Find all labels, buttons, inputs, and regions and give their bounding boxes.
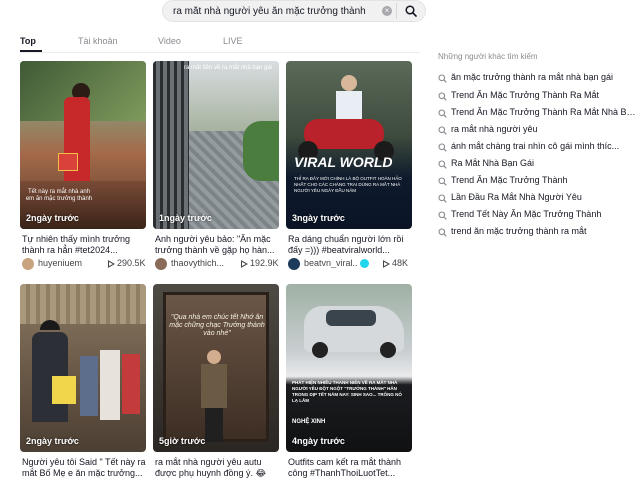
search-button[interactable] — [398, 0, 425, 22]
related-search-label: Trend Ăn Mặc Trưởng Thành Ra Mắt — [451, 90, 599, 100]
video-overlay-text: THỈ RA ĐÂY MỚI CHÍNH LÀ BỘ OUTFIT HOÀN H… — [294, 176, 402, 193]
related-search-label: ánh mắt chàng trai nhìn cô gái mình thíc… — [451, 141, 620, 151]
post-date: 2ngày trước — [26, 213, 79, 223]
video-overlay-text: PHÁT HIỆN NHIỀU THANH NIÊN VỀ RA MẮT NHÀ… — [292, 380, 402, 403]
author-row: huyeniuem 290.5K — [22, 257, 146, 271]
video-thumbnail[interactable]: PHÁT HIỆN NHIỀU THANH NIÊN VỀ RA MẮT NHÀ… — [286, 284, 412, 452]
caption-text: Anh người yêu bảo: "Ăn mặc trưởng thành … — [155, 234, 275, 255]
search-divider — [396, 3, 397, 19]
video-overlay-text: "Qua nhà em chúc tết Nhớ ăn mặc chững ch… — [169, 314, 265, 337]
related-search-item[interactable]: ánh mắt chàng trai nhìn cô gái mình thíc… — [438, 141, 638, 155]
post-date: 3ngày trước — [292, 213, 345, 223]
avatar[interactable] — [288, 258, 300, 270]
video-caption[interactable]: Anh người yêu bảo: "Ăn mặc trưởng thành … — [155, 234, 279, 256]
tab-video[interactable]: Video — [158, 36, 181, 46]
thumbnail-image — [153, 284, 279, 452]
search-icon — [438, 228, 447, 237]
video-caption[interactable]: Outfits cam kết ra mắt thành công #Thanh… — [288, 457, 412, 479]
thumbnail-image — [286, 284, 412, 452]
related-search-item[interactable]: ăn mặc trưởng thành ra mắt nhà bạn gái — [438, 72, 638, 86]
caption-text: Người yêu tôi Said " Tết này ra mắt Bố M… — [22, 457, 146, 478]
avatar[interactable] — [22, 258, 34, 270]
search-icon — [438, 160, 447, 169]
search-icon — [438, 74, 447, 83]
search-icon — [438, 143, 447, 152]
related-search-label: Trend Ăn Mặc Trưởng Thành Ra Mắt Nhà Bạn… — [451, 107, 639, 117]
search-icon — [438, 92, 447, 101]
related-search-item[interactable]: Ra Mắt Nhà Bạn Gái — [438, 158, 638, 172]
post-date: 5giờ trước — [159, 436, 206, 446]
brand-overlay-title: NGHỆ XINH — [292, 419, 326, 425]
video-thumbnail[interactable]: ra mắt tiền về ra mắt nhà bạn gái 1ngày … — [153, 61, 279, 229]
play-count: 290.5K — [117, 258, 146, 268]
video-thumbnail[interactable]: VIRAL WORLD THỈ RA ĐÂY MỚI CHÍNH LÀ BỘ O… — [286, 61, 412, 229]
related-search-label: Trend Ăn Mặc Trưởng Thành — [451, 175, 568, 185]
video-thumbnail[interactable]: "Qua nhà em chúc tết Nhớ ăn mặc chững ch… — [153, 284, 279, 452]
related-search-label: trend ăn mặc trưởng thành ra mắt — [451, 226, 587, 236]
brand-overlay-title: VIRAL WORLD — [294, 154, 393, 170]
related-search-label: Ra Mắt Nhà Bạn Gái — [451, 158, 535, 168]
play-count-icon — [108, 260, 115, 268]
author-name[interactable]: beatvn_viral... — [304, 258, 358, 268]
play-count-icon — [241, 260, 248, 268]
thumbnail-image — [20, 61, 146, 229]
thumbnail-image — [153, 61, 279, 229]
author-name[interactable]: huyeniuem — [38, 258, 100, 268]
verified-icon — [360, 259, 369, 268]
tab-accounts[interactable]: Tài khoản — [78, 36, 118, 46]
search-icon — [438, 126, 447, 135]
caption-text: ra mắt nhà người yêu autu được phụ huynh… — [155, 457, 267, 478]
post-date: 1ngày trước — [159, 213, 212, 223]
clear-icon[interactable]: × — [382, 6, 392, 16]
search-icon — [438, 109, 447, 118]
video-caption[interactable]: Ra dáng chuẩn người lớn rồi đấy =))) #be… — [288, 234, 412, 256]
search-input[interactable] — [173, 4, 383, 19]
play-count-icon — [383, 260, 390, 268]
hashtag-link[interactable]: #beatviralworld... — [322, 245, 390, 255]
related-search-item[interactable]: Trend Ăn Mặc Trưởng Thành — [438, 175, 638, 189]
author-row: beatvn_viral... 48K — [288, 257, 412, 271]
thumbnail-image — [286, 61, 412, 229]
related-search-label: Lần Đầu Ra Mắt Nhà Người Yêu — [451, 192, 582, 202]
related-search-item[interactable]: Trend Tết Này Ăn Mặc Trưởng Thành — [438, 209, 638, 223]
related-searches-title: Những người khác tìm kiếm — [438, 52, 538, 61]
search-icon — [438, 177, 447, 186]
video-thumbnail[interactable]: Tết này ra mắt nhà anh em ăn mặc trưởng … — [20, 61, 146, 229]
video-caption[interactable]: ra mắt nhà người yêu autu được phụ huynh… — [155, 457, 279, 479]
related-search-label: ăn mặc trưởng thành ra mắt nhà bạn gái — [451, 72, 614, 82]
search-results-page: × Top Tài khoản Video LIVE Tết này ra mắ… — [0, 0, 640, 480]
search-icon — [438, 194, 447, 203]
video-caption[interactable]: Người yêu tôi Said " Tết này ra mắt Bố M… — [22, 457, 146, 479]
author-row: thaovythich... 192.9K — [155, 257, 279, 271]
hashtag-link[interactable]: #tet2024... — [75, 245, 118, 255]
related-search-item[interactable]: trend ăn mặc trưởng thành ra mắt — [438, 226, 638, 240]
search-icon — [438, 211, 447, 220]
tab-live[interactable]: LIVE — [223, 36, 243, 46]
tab-top[interactable]: Top — [20, 36, 36, 46]
related-search-item[interactable]: Trend Ăn Mặc Trưởng Thành Ra Mắt Nhà Bạn… — [438, 107, 639, 121]
video-overlay-text: ra mắt tiền về ra mắt nhà bạn gái — [183, 65, 273, 71]
video-thumbnail[interactable]: 2ngày trước — [20, 284, 146, 452]
play-count: 192.9K — [250, 258, 279, 268]
related-search-item[interactable]: Lần Đầu Ra Mắt Nhà Người Yêu — [438, 192, 638, 206]
related-search-item[interactable]: Trend Ăn Mặc Trưởng Thành Ra Mắt — [438, 90, 638, 104]
thumbnail-image — [20, 284, 146, 452]
related-search-label: ra mắt nhà người yêu — [451, 124, 538, 134]
related-search-item[interactable]: ra mắt nhà người yêu — [438, 124, 638, 138]
hashtag-link[interactable]: #ThanhThoiLuotTet... — [310, 468, 395, 478]
play-count: 48K — [392, 258, 409, 268]
video-caption[interactable]: Tự nhiên thấy mình trưởng thành ra hẳn #… — [22, 234, 146, 256]
post-date: 2ngày trước — [26, 436, 79, 446]
post-date: 4ngày trước — [292, 436, 345, 446]
search-icon — [405, 5, 417, 17]
avatar[interactable] — [155, 258, 167, 270]
video-overlay-text: Tết này ra mắt nhà anh em ăn mặc trưởng … — [25, 189, 93, 202]
author-name[interactable]: thaovythich... — [171, 258, 233, 268]
related-search-label: Trend Tết Này Ăn Mặc Trưởng Thành — [451, 209, 602, 219]
tabs-divider — [20, 52, 420, 53]
